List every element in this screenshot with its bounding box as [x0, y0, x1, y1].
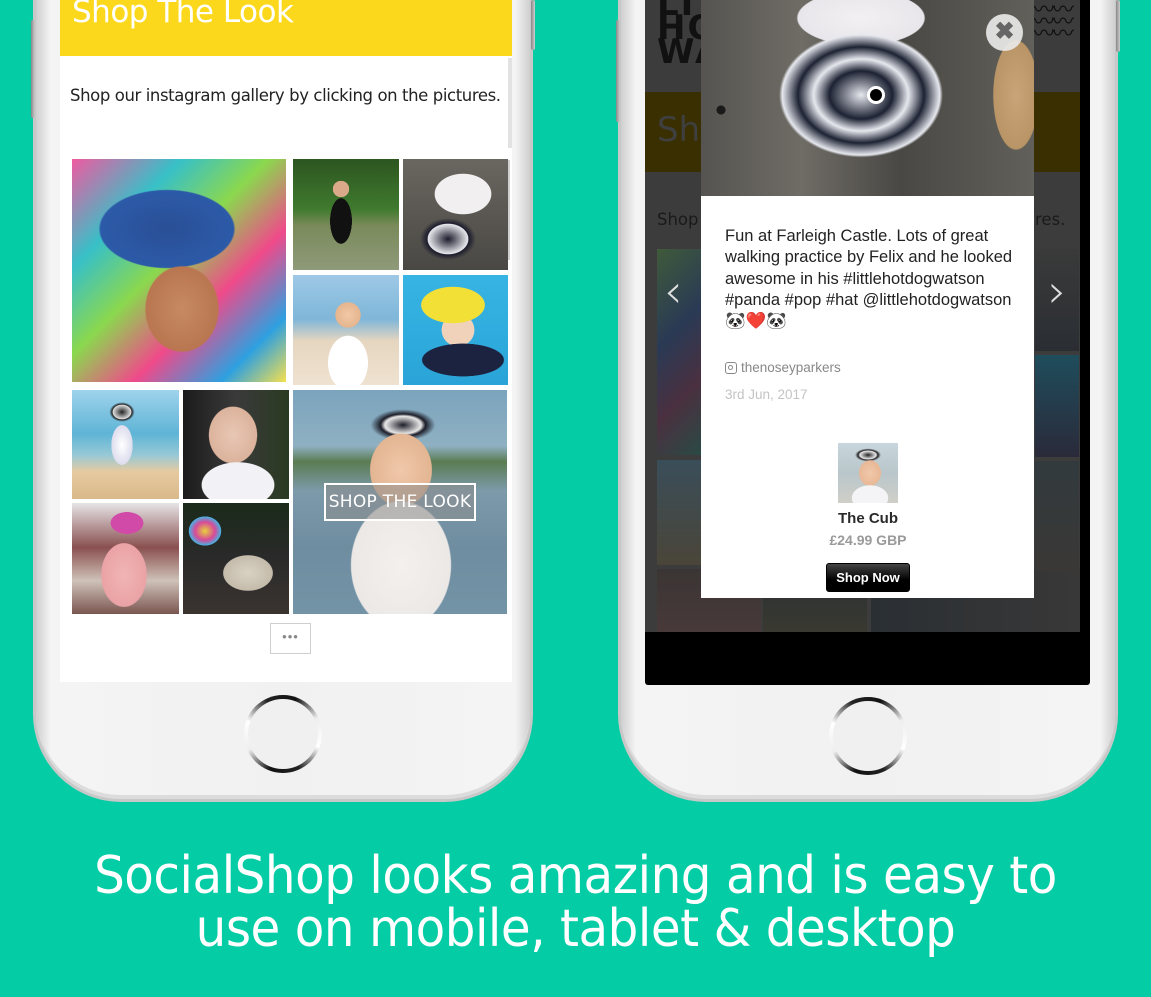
scrollbar[interactable]: [508, 58, 512, 148]
page-title: Shop The Look: [72, 0, 294, 30]
gallery-photo[interactable]: [72, 390, 179, 499]
gallery-photo[interactable]: [293, 159, 399, 270]
shop-the-look-button[interactable]: SHOP THE LOOK: [324, 483, 476, 521]
product-hotspot[interactable]: [867, 86, 885, 104]
product-price: £24.99 GBP: [829, 532, 907, 548]
home-button[interactable]: [244, 695, 322, 773]
gallery-photo[interactable]: [1035, 461, 1079, 571]
post-caption: Fun at Farleigh Castle. Lots of great wa…: [725, 227, 1013, 331]
gallery-photo[interactable]: [657, 460, 701, 565]
previous-arrow-button[interactable]: ‹: [664, 268, 682, 314]
tagline-line-1: SocialShop looks amazing and is easy to: [94, 846, 1057, 906]
gallery-photo[interactable]: [403, 275, 508, 385]
close-button[interactable]: ✖: [986, 14, 1023, 51]
post-date: 3rd Jun, 2017: [725, 387, 808, 402]
gallery-photo[interactable]: [72, 503, 179, 614]
load-more-button[interactable]: •••: [270, 623, 311, 654]
gallery-photo[interactable]: [183, 503, 289, 614]
page-header: Shop The Look: [60, 0, 512, 56]
product-thumbnail[interactable]: [838, 443, 898, 503]
shop-now-button[interactable]: Shop Now: [826, 563, 910, 592]
gallery-photo[interactable]: [72, 159, 286, 382]
gallery-photo[interactable]: [183, 390, 289, 499]
power-button: [1116, 0, 1120, 52]
post-author[interactable]: thenoseyparkers: [725, 360, 841, 375]
tagline-line-2: use on mobile, tablet & desktop: [195, 899, 956, 959]
gallery-intro-text: Shop: [657, 210, 699, 229]
gallery-photo[interactable]: [403, 159, 508, 270]
volume-button: [31, 66, 35, 118]
gallery-intro-text: res.: [1035, 210, 1066, 229]
marketing-tagline: SocialShop looks amazing and is easy to …: [40, 850, 1110, 956]
volume-button: [616, 66, 620, 122]
author-username[interactable]: thenoseyparkers: [741, 360, 841, 375]
power-button: [531, 0, 535, 50]
home-button[interactable]: [829, 697, 907, 775]
next-arrow-button[interactable]: ›: [1048, 268, 1066, 314]
instagram-icon: [725, 361, 737, 374]
gallery-photo[interactable]: [293, 275, 399, 385]
waves-icon: 〰〰 〰〰 〰〰: [1033, 0, 1074, 46]
gallery-photo[interactable]: [1035, 355, 1079, 457]
product-name: The Cub: [838, 510, 898, 527]
gallery-intro-text: Shop our instagram gallery by clicking o…: [70, 86, 501, 105]
